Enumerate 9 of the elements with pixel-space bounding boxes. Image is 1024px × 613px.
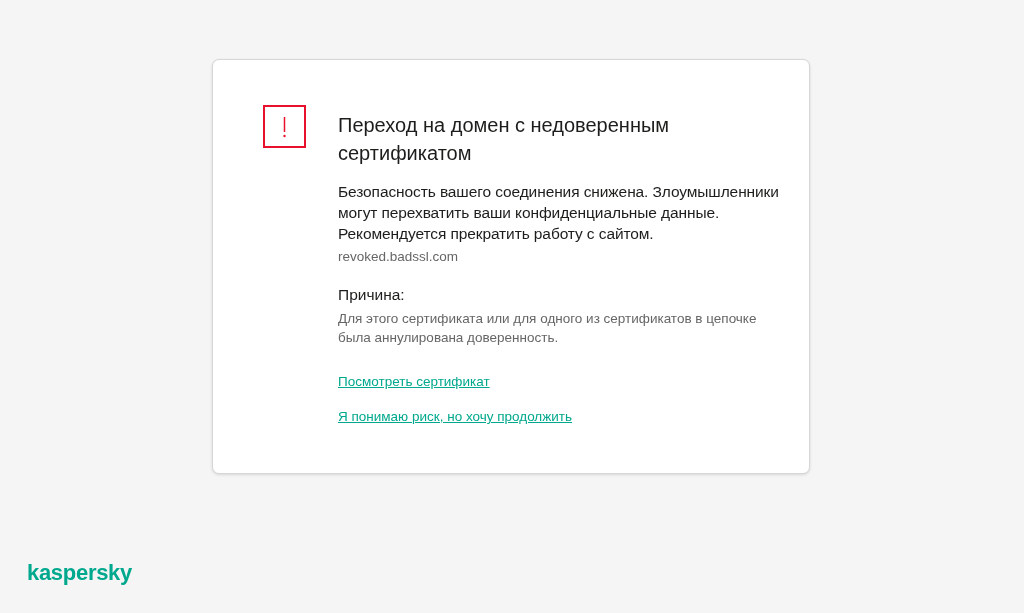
warning-icon [263, 105, 306, 148]
reason-heading: Причина: [338, 285, 405, 305]
link[interactable]: Я понимаю риск, но хочу продолжить [338, 407, 573, 426]
link[interactable]: Посмотреть сертификат [338, 372, 490, 391]
reason-text: Для этого сертификата или для одного из сертификатов в цепочке была аннулирована доверенность. [338, 310, 758, 347]
warning-message: Безопасность вашего соединения снижена. Злоумышленники могут перехватить ваши конфиденциальные данные. Рекомендуется прекратить работу с сайтом. [338, 182, 779, 244]
domain-text: revoked.badssl.com [338, 248, 459, 266]
warning-title: Переход на домен с недоверенным сертификатом [338, 113, 671, 166]
brand-logo: kaspersky [27, 560, 132, 586]
